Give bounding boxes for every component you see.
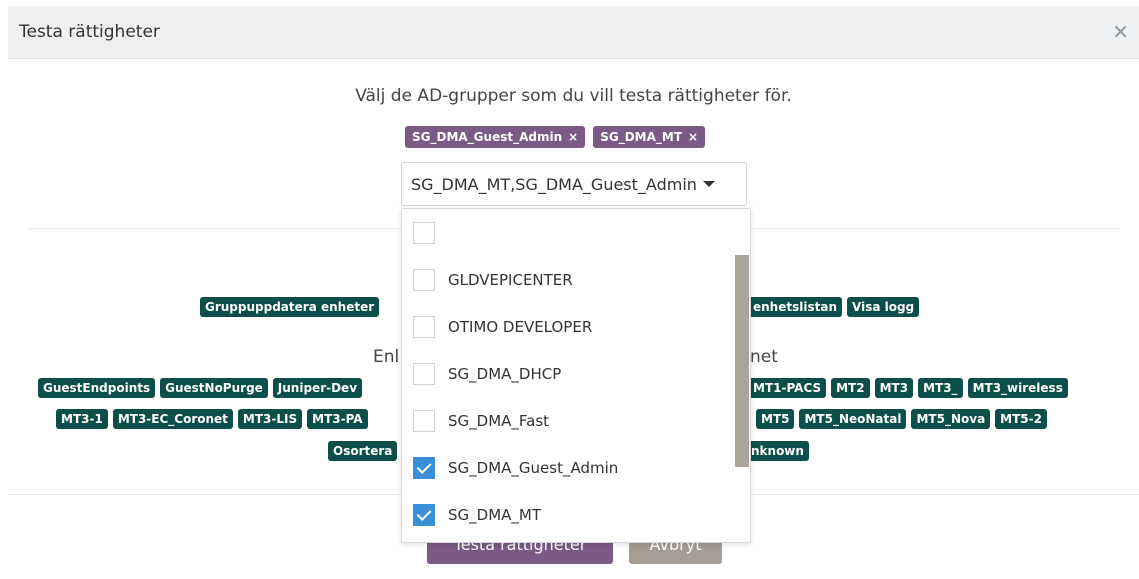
dialog-header: Testa rättigheter × bbox=[8, 6, 1139, 59]
remove-chip-icon[interactable]: × bbox=[568, 130, 578, 144]
option-label: SG_DMA_DHCP bbox=[448, 364, 562, 383]
group-tag: MT2 bbox=[831, 378, 870, 398]
dropdown-scrollbar[interactable] bbox=[735, 255, 749, 467]
group-tag: nknown bbox=[746, 441, 809, 461]
dropdown-option[interactable]: GLDVEPICENTER bbox=[402, 256, 738, 303]
section-label-right: net bbox=[750, 347, 778, 367]
selected-chip: SG_DMA_Guest_Admin × bbox=[405, 126, 586, 148]
close-icon[interactable]: × bbox=[1112, 19, 1129, 43]
checkbox[interactable] bbox=[413, 362, 435, 385]
selected-chip: SG_DMA_MT × bbox=[593, 126, 706, 148]
group-tag: GuestNoPurge bbox=[160, 378, 268, 398]
checkbox-checked[interactable] bbox=[413, 456, 435, 479]
caret-down-icon bbox=[702, 181, 715, 187]
group-select[interactable]: SG_DMA_MT,SG_DMA_Guest_Admin bbox=[401, 162, 747, 206]
group-tags-row3-right: nknown bbox=[746, 441, 809, 461]
group-select-value: SG_DMA_MT,SG_DMA_Guest_Admin bbox=[411, 174, 697, 194]
dropdown-option[interactable]: SG_DMA_MT bbox=[402, 491, 738, 538]
remove-chip-icon[interactable]: × bbox=[688, 130, 698, 144]
chip-label: SG_DMA_MT bbox=[600, 130, 683, 144]
dropdown-option[interactable]: SG_DMA_Guest_Admin bbox=[402, 444, 738, 491]
group-tags-row2-right: MT5 MT5_NeoNatal MT5_Nova MT5-2 bbox=[756, 409, 1047, 429]
group-tag: MT3-LIS bbox=[237, 409, 303, 429]
dialog-title: Testa rättigheter bbox=[19, 22, 160, 42]
section-label-left: Enl bbox=[373, 347, 400, 367]
checkbox[interactable] bbox=[413, 315, 435, 338]
group-tag: Juniper-Dev bbox=[272, 378, 363, 398]
permission-tags-left: Gruppuppdatera enheter bbox=[200, 297, 380, 317]
option-label: GLDVEPICENTER bbox=[448, 270, 573, 289]
chip-label: SG_DMA_Guest_Admin bbox=[412, 130, 563, 144]
group-tag: MT5_Nova bbox=[911, 409, 991, 429]
dropdown-option[interactable] bbox=[402, 209, 738, 256]
checkbox[interactable] bbox=[413, 409, 435, 432]
option-label: SG_DMA_Guest_Admin bbox=[448, 458, 619, 477]
group-tag: MT3-1 bbox=[56, 409, 108, 429]
group-tag: Osortera bbox=[328, 441, 398, 461]
group-tag: MT3 bbox=[874, 378, 914, 398]
group-tag: MT5_NeoNatal bbox=[799, 409, 907, 429]
group-tags-row1-left: GuestEndpoints GuestNoPurge Juniper-Dev bbox=[38, 378, 363, 398]
group-tag: MT3-PA bbox=[307, 409, 368, 429]
group-tags-row2-left: MT3-1 MT3-EC_Coronet MT3-LIS MT3-PA bbox=[56, 409, 368, 429]
permission-tag: Gruppuppdatera enheter bbox=[200, 297, 380, 317]
intro-text: Välj de AD-grupper som du vill testa rät… bbox=[355, 86, 792, 106]
selected-groups: SG_DMA_Guest_Admin × SG_DMA_MT × bbox=[405, 126, 706, 148]
group-dropdown-menu: GLDVEPICENTER OTIMO DEVELOPER SG_DMA_DHC… bbox=[401, 208, 751, 543]
group-tags-row3-left: Osortera bbox=[328, 441, 398, 461]
option-label: SG_DMA_MT bbox=[448, 505, 542, 524]
option-label: SG_DMA_Fast bbox=[448, 411, 550, 430]
group-tag: MT3-EC_Coronet bbox=[112, 409, 233, 429]
dropdown-option[interactable]: OTIMO DEVELOPER bbox=[402, 303, 738, 350]
group-tag: MT3_ bbox=[918, 378, 963, 398]
checkbox[interactable] bbox=[413, 268, 435, 291]
dropdown-option[interactable]: SG_DMA_Fast bbox=[402, 397, 738, 444]
permission-tag: enhetslistan bbox=[748, 297, 842, 317]
group-tag: MT3_wireless bbox=[967, 378, 1068, 398]
group-tag: MT5 bbox=[756, 409, 795, 429]
option-label: OTIMO DEVELOPER bbox=[448, 317, 593, 336]
permission-tag: Visa logg bbox=[847, 297, 920, 317]
group-tag: GuestEndpoints bbox=[38, 378, 156, 398]
checkbox-checked[interactable] bbox=[413, 503, 435, 526]
dropdown-option[interactable]: SG_DMA_DHCP bbox=[402, 350, 738, 397]
group-tags-row1-right: MT1-PACS MT2 MT3 MT3_ MT3_wireless bbox=[748, 378, 1068, 398]
permission-tags-right: enhetslistan Visa logg bbox=[748, 297, 920, 317]
test-permissions-dialog: Testa rättigheter × Välj de AD-grupper s… bbox=[8, 6, 1139, 579]
group-tag: MT1-PACS bbox=[748, 378, 827, 398]
group-tag: MT5-2 bbox=[995, 409, 1047, 429]
checkbox[interactable] bbox=[413, 221, 435, 244]
